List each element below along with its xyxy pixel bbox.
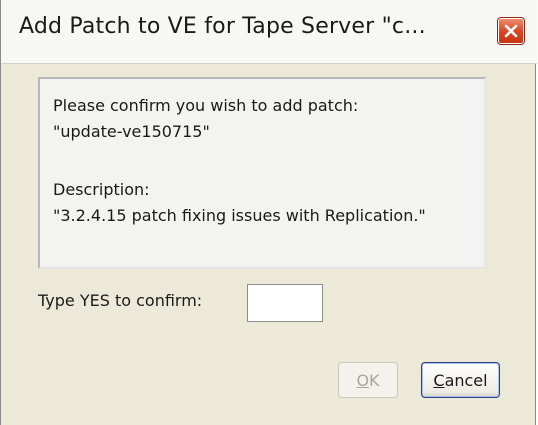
patch-name: "update-ve150715" [53, 122, 210, 141]
cancel-button[interactable]: Cancel [421, 362, 500, 398]
cancel-button-label: Cancel [433, 371, 487, 390]
dialog-window: Add Patch to VE for Tape Server "c... Pl… [0, 0, 537, 425]
ok-button[interactable]: OK [338, 362, 398, 398]
cancel-mnemonic: C [433, 370, 445, 390]
close-button[interactable] [497, 17, 525, 45]
confirm-label: Type YES to confirm: [38, 291, 203, 310]
description-label: Description: [53, 180, 150, 199]
title-bar[interactable]: Add Patch to VE for Tape Server "c... [1, 0, 537, 64]
confirm-message: Please confirm you wish to add patch: [53, 96, 359, 115]
ok-button-label: OK [356, 371, 379, 390]
window-title: Add Patch to VE for Tape Server "c... [19, 14, 426, 39]
ok-label-rest: K [369, 370, 380, 390]
description-text: "3.2.4.15 patch fixing issues with Repli… [53, 206, 426, 225]
confirm-input[interactable] [247, 284, 323, 322]
message-panel: Please confirm you wish to add patch: "u… [38, 77, 486, 269]
ok-mnemonic: O [356, 370, 370, 390]
close-icon [504, 24, 518, 38]
cancel-label-rest: ancel [444, 370, 488, 390]
